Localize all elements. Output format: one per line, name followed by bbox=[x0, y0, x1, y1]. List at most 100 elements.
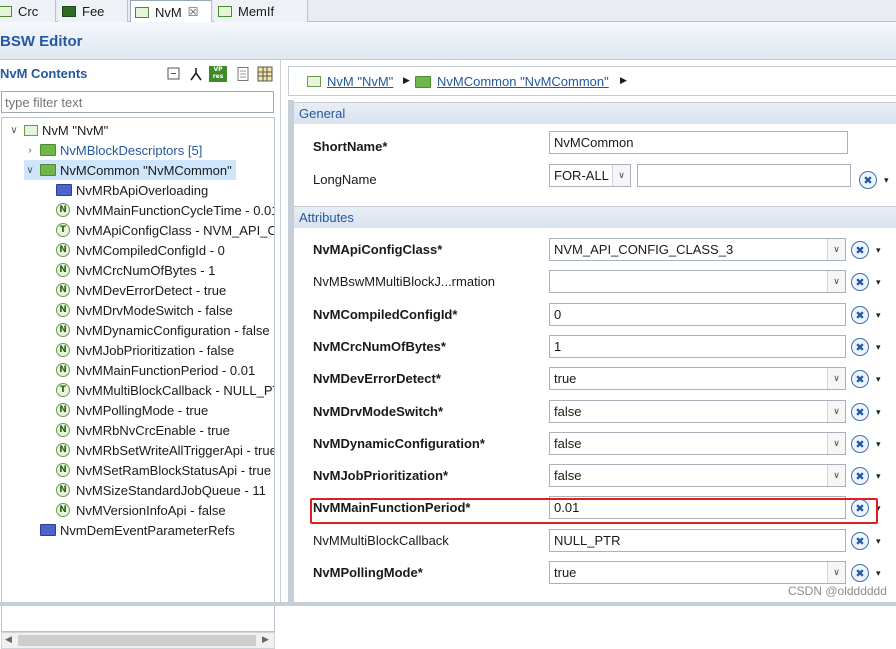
attribute-row: NvMMultiBlockCallback NULL_PTR ✖ ▾ bbox=[294, 525, 896, 557]
tree-node-nvmcommon[interactable]: ∨ NvMCommon "NvMCommon" bbox=[24, 160, 236, 180]
field-label: NvMDevErrorDetect* bbox=[313, 371, 441, 386]
parameter-action-icon[interactable]: ✖ bbox=[851, 273, 869, 291]
tree-node-param[interactable]: N NvMSetRamBlockStatusApi - true bbox=[56, 460, 271, 480]
numeric-param-icon: N bbox=[56, 243, 70, 257]
tab-fee[interactable]: Fee bbox=[58, 0, 128, 22]
dropdown-arrow-icon[interactable]: ▾ bbox=[876, 471, 881, 482]
tree-node-param[interactable]: N NvMDevErrorDetect - true bbox=[56, 280, 226, 300]
tree-node-param[interactable]: N NvMCrcNumOfBytes - 1 bbox=[56, 260, 215, 280]
tree-node-param[interactable]: N NvMDynamicConfiguration - false bbox=[56, 320, 270, 340]
breadcrumb-link[interactable]: NvMCommon "NvMCommon" bbox=[437, 74, 609, 89]
table-layout-icon[interactable] bbox=[257, 66, 273, 82]
value-select[interactable]: false ∨ bbox=[549, 400, 846, 423]
parameter-action-icon[interactable]: ✖ bbox=[851, 306, 869, 324]
scroll-left-icon[interactable]: ◀ bbox=[5, 634, 12, 645]
tree-horizontal-scrollbar[interactable]: ◀ ▶ bbox=[1, 632, 275, 649]
value-select[interactable]: ∨ bbox=[549, 270, 846, 293]
filter-input[interactable] bbox=[1, 91, 274, 113]
value-input[interactable]: 0 bbox=[549, 303, 846, 326]
tree-node-nvm[interactable]: ∨ NvM "NvM" bbox=[8, 120, 108, 140]
value-select[interactable]: false ∨ bbox=[549, 432, 846, 455]
numeric-param-icon: N bbox=[56, 263, 70, 277]
tree-node-label: NvMRbApiOverloading bbox=[76, 182, 209, 198]
tree-node-param[interactable]: T NvMMultiBlockCallback - NULL_PTR bbox=[56, 380, 275, 400]
module-icon bbox=[24, 124, 38, 136]
dropdown-arrow-icon[interactable]: ▾ bbox=[884, 175, 889, 186]
breadcrumb-item-nvmcommon[interactable]: NvMCommon "NvMCommon" bbox=[415, 74, 609, 89]
dropdown-arrow-icon[interactable]: ▾ bbox=[876, 568, 881, 579]
tree-node-dem-event-refs[interactable]: NvmDemEventParameterRefs bbox=[40, 520, 235, 540]
tree-node-param[interactable]: N NvMRbNvCrcEnable - true bbox=[56, 420, 230, 440]
tab-crc[interactable]: Crc bbox=[0, 0, 56, 22]
tree-node-param[interactable]: N NvMDrvModeSwitch - false bbox=[56, 300, 233, 320]
tree-node-param[interactable]: N NvMMainFunctionCycleTime - 0.01 bbox=[56, 200, 274, 220]
tree-node-param[interactable]: N NvMRbSetWriteAllTriggerApi - true bbox=[56, 440, 274, 460]
dropdown-arrow-icon[interactable]: ▾ bbox=[876, 277, 881, 288]
expand-toggle-icon[interactable]: ∨ bbox=[24, 165, 36, 176]
parameter-action-icon[interactable]: ✖ bbox=[851, 241, 869, 259]
attributes-section-header[interactable]: Attributes bbox=[294, 206, 896, 228]
parameter-action-icon[interactable]: ✖ bbox=[851, 532, 869, 550]
collapse-all-icon[interactable] bbox=[166, 66, 182, 82]
chevron-down-icon[interactable]: ∨ bbox=[827, 433, 845, 454]
language-select[interactable]: FOR-ALL ∨ bbox=[549, 164, 631, 187]
value-select[interactable]: true ∨ bbox=[549, 367, 846, 390]
chevron-down-icon[interactable]: ∨ bbox=[827, 562, 845, 583]
tab-nvm[interactable]: NvM ☒ bbox=[130, 0, 212, 23]
chevron-down-icon[interactable]: ∨ bbox=[827, 271, 845, 292]
tree-node-param[interactable]: N NvMMainFunctionPeriod - 0.01 bbox=[56, 360, 255, 380]
chevron-down-icon[interactable]: ∨ bbox=[827, 239, 845, 260]
longname-input[interactable] bbox=[637, 164, 851, 187]
tree-node-block-descriptors[interactable]: › NvMBlockDescriptors [5] bbox=[24, 140, 202, 160]
breadcrumb-item-nvm[interactable]: NvM "NvM" bbox=[307, 74, 393, 89]
value-input[interactable]: NULL_PTR bbox=[549, 529, 846, 552]
field-label: NvMApiConfigClass* bbox=[313, 242, 443, 257]
tree-node-param[interactable]: N NvMCompiledConfigId - 0 bbox=[56, 240, 225, 260]
parameter-action-icon[interactable]: ✖ bbox=[859, 171, 877, 189]
dropdown-arrow-icon[interactable]: ▾ bbox=[876, 439, 881, 450]
tab-memif[interactable]: MemIf bbox=[214, 0, 308, 22]
tree-node-param[interactable]: N NvMSizeStandardJobQueue - 11 bbox=[56, 480, 266, 500]
dropdown-arrow-icon[interactable]: ▾ bbox=[876, 536, 881, 547]
hierarchy-icon[interactable] bbox=[188, 66, 204, 82]
attribute-row: NvMBswMMultiBlockJ...rmation ∨ ✖ ▾ bbox=[294, 266, 896, 298]
tree-node-param[interactable]: N NvMVersionInfoApi - false bbox=[56, 500, 226, 520]
dropdown-arrow-icon[interactable]: ▾ bbox=[876, 245, 881, 256]
parameter-action-icon[interactable]: ✖ bbox=[851, 435, 869, 453]
parameter-action-icon[interactable]: ✖ bbox=[851, 467, 869, 485]
value-select[interactable]: NVM_API_CONFIG_CLASS_3 ∨ bbox=[549, 238, 846, 261]
tree-node-param[interactable]: T NvMApiConfigClass - NVM_API_CONFIG_CLAS… bbox=[56, 220, 274, 240]
dropdown-arrow-icon[interactable]: ▾ bbox=[876, 310, 881, 321]
value-select[interactable]: false ∨ bbox=[549, 464, 846, 487]
scroll-right-icon[interactable]: ▶ bbox=[262, 634, 269, 645]
tree-node-rb-api-overloading[interactable]: NvMRbApiOverloading bbox=[56, 180, 208, 200]
breadcrumb-link[interactable]: NvM "NvM" bbox=[327, 74, 393, 89]
contents-tree[interactable]: ∨ NvM "NvM" › NvMBlockDescriptors [5] ∨ … bbox=[1, 117, 275, 632]
document-icon[interactable] bbox=[235, 66, 251, 82]
close-tab-icon[interactable]: ☒ bbox=[188, 5, 199, 19]
chevron-down-icon[interactable]: ∨ bbox=[612, 165, 630, 186]
tree-node-param[interactable]: N NvMPollingMode - true bbox=[56, 400, 208, 420]
value-select[interactable]: true ∨ bbox=[549, 561, 846, 584]
dropdown-arrow-icon[interactable]: ▾ bbox=[876, 407, 881, 418]
field-label: NvMCompiledConfigId* bbox=[313, 307, 458, 322]
expand-toggle-icon[interactable]: › bbox=[24, 145, 36, 156]
chevron-down-icon[interactable]: ∨ bbox=[827, 368, 845, 389]
tree-node-label: NvMMultiBlockCallback - NULL_PTR bbox=[76, 382, 275, 398]
parameter-action-icon[interactable]: ✖ bbox=[851, 338, 869, 356]
parameter-action-icon[interactable]: ✖ bbox=[851, 564, 869, 582]
parameter-action-icon[interactable]: ✖ bbox=[851, 403, 869, 421]
vp-res-icon[interactable]: VP res bbox=[209, 66, 227, 82]
dropdown-arrow-icon[interactable]: ▾ bbox=[876, 374, 881, 385]
expand-toggle-icon[interactable]: ∨ bbox=[8, 125, 20, 136]
value-input[interactable]: 1 bbox=[549, 335, 846, 358]
parameter-action-icon[interactable]: ✖ bbox=[851, 370, 869, 388]
dropdown-arrow-icon[interactable]: ▾ bbox=[876, 342, 881, 353]
shortname-input[interactable]: NvMCommon bbox=[549, 131, 848, 154]
watermark: CSDN @oldddddd bbox=[788, 584, 887, 598]
general-section-header[interactable]: General bbox=[294, 102, 896, 124]
scrollbar-thumb[interactable] bbox=[18, 635, 256, 646]
tree-node-param[interactable]: N NvMJobPrioritization - false bbox=[56, 340, 234, 360]
chevron-down-icon[interactable]: ∨ bbox=[827, 465, 845, 486]
chevron-down-icon[interactable]: ∨ bbox=[827, 401, 845, 422]
